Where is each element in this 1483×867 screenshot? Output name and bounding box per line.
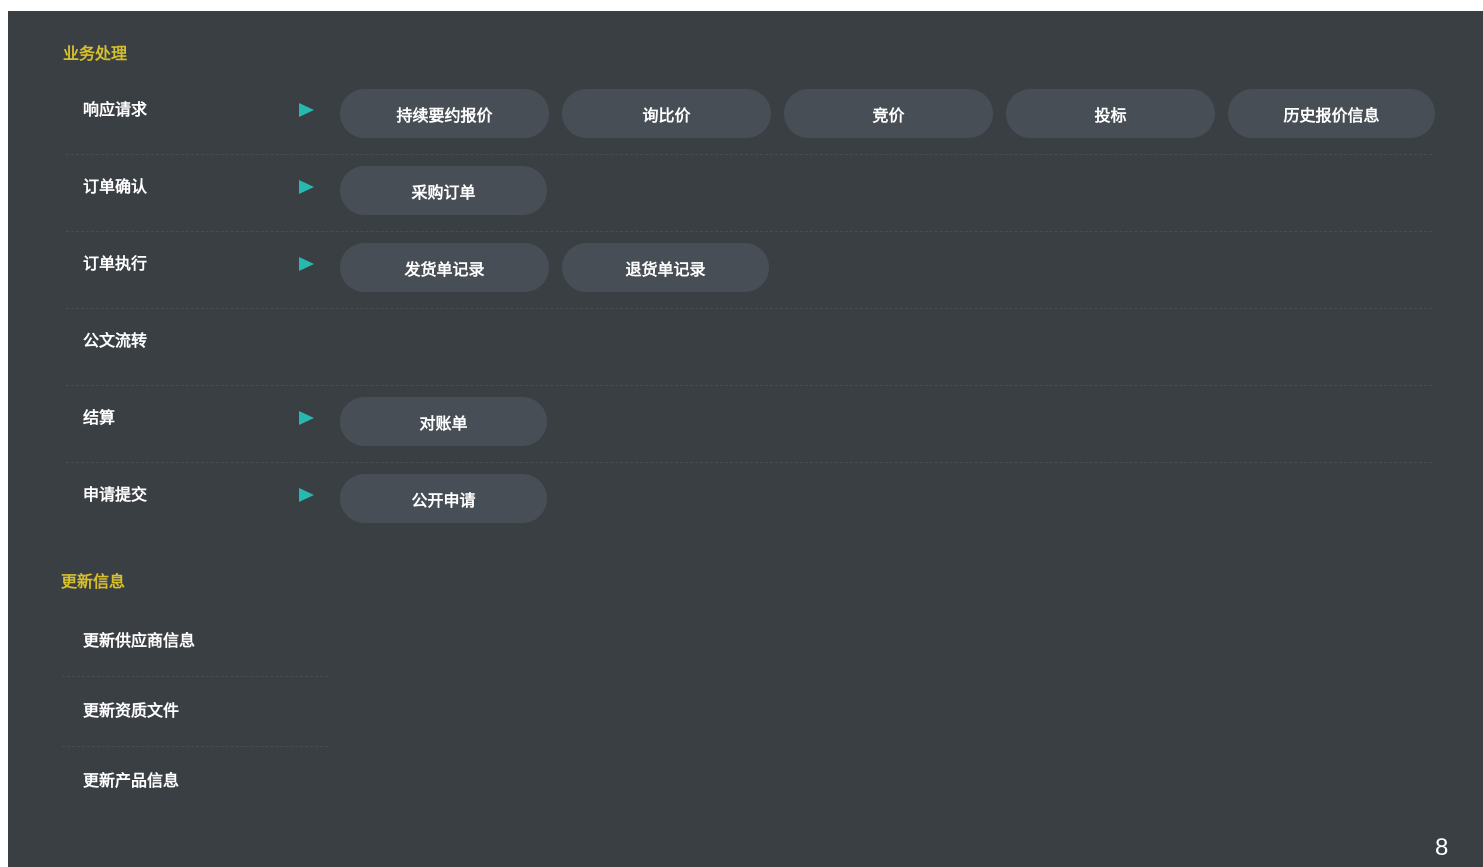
row-buttons: 采购订单 xyxy=(340,166,547,215)
arrow-right-icon xyxy=(299,257,314,271)
purchase-order-button[interactable]: 采购订单 xyxy=(340,166,547,215)
update-supplier-link[interactable]: 更新供应商信息 xyxy=(83,631,195,651)
updates-section-title: 更新信息 xyxy=(61,572,126,591)
continuous-offer-button[interactable]: 持续要约报价 xyxy=(340,89,549,138)
inquiry-button[interactable]: 询比价 xyxy=(562,89,771,138)
row-label: 申请提交 xyxy=(83,485,148,504)
business-section-title: 业务处理 xyxy=(63,44,128,63)
tender-button[interactable]: 投标 xyxy=(1006,89,1215,138)
bidding-button[interactable]: 竞价 xyxy=(784,89,993,138)
arrow-right-icon xyxy=(299,488,314,502)
row-document-flow: 公文流转 xyxy=(66,309,1432,386)
update-item-supplier: 更新供应商信息 xyxy=(62,607,328,677)
row-buttons: 发货单记录 退货单记录 xyxy=(340,243,769,292)
row-label: 结算 xyxy=(83,408,116,427)
row-label: 订单执行 xyxy=(83,254,148,273)
public-application-button[interactable]: 公开申请 xyxy=(340,474,547,523)
page-number: 8 xyxy=(1435,834,1449,861)
business-rows: 响应请求 持续要约报价 询比价 竞价 投标 历史报价信息 订单确认 采购订单 订… xyxy=(66,78,1435,540)
shipment-record-button[interactable]: 发货单记录 xyxy=(340,243,549,292)
row-response-request: 响应请求 持续要约报价 询比价 竞价 投标 历史报价信息 xyxy=(66,78,1435,155)
row-label[interactable]: 公文流转 xyxy=(83,331,147,351)
return-record-button[interactable]: 退货单记录 xyxy=(562,243,769,292)
update-item-qualification: 更新资质文件 xyxy=(62,677,328,747)
update-item-product: 更新产品信息 xyxy=(62,747,328,817)
arrow-right-icon xyxy=(299,411,314,425)
row-order-execute: 订单执行 发货单记录 退货单记录 xyxy=(66,232,1432,309)
row-order-confirm: 订单确认 采购订单 xyxy=(66,155,1432,232)
row-buttons: 公开申请 xyxy=(340,474,547,523)
row-buttons: 对账单 xyxy=(340,397,547,446)
row-label: 响应请求 xyxy=(83,100,148,119)
row-buttons: 持续要约报价 询比价 竞价 投标 历史报价信息 xyxy=(340,89,1435,138)
row-application-submit: 申请提交 公开申请 xyxy=(66,463,1432,540)
update-qualification-link[interactable]: 更新资质文件 xyxy=(83,701,179,721)
quote-history-button[interactable]: 历史报价信息 xyxy=(1228,89,1435,138)
statement-button[interactable]: 对账单 xyxy=(340,397,547,446)
row-settlement: 结算 对账单 xyxy=(66,386,1432,463)
updates-list: 更新供应商信息 更新资质文件 更新产品信息 xyxy=(62,607,328,817)
arrow-right-icon xyxy=(299,180,314,194)
row-label: 订单确认 xyxy=(83,177,148,196)
arrow-right-icon xyxy=(299,103,314,117)
main-panel: 业务处理 响应请求 持续要约报价 询比价 竞价 投标 历史报价信息 订单确认 采… xyxy=(8,11,1483,867)
update-product-link[interactable]: 更新产品信息 xyxy=(83,771,179,791)
